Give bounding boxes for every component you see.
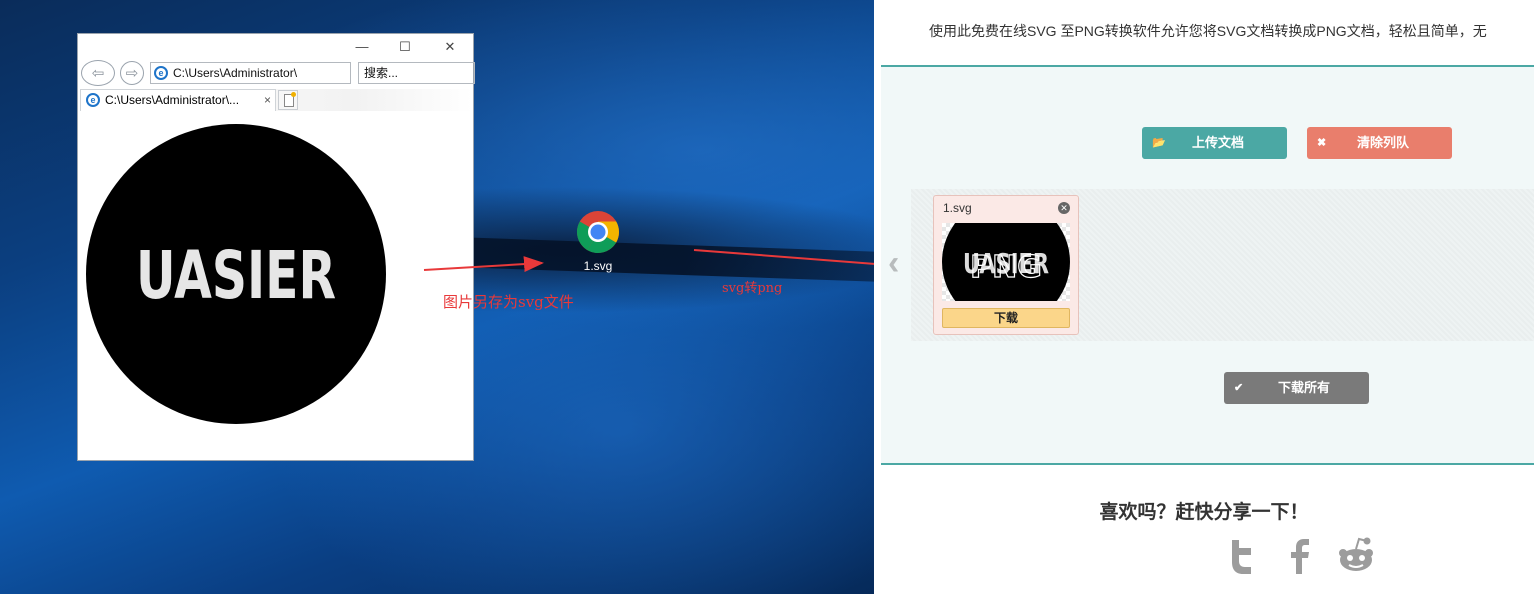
- facebook-icon[interactable]: [1279, 536, 1319, 576]
- file-download-button[interactable]: 下载: [942, 308, 1070, 328]
- folder-open-icon: 📂: [1152, 137, 1166, 149]
- file-card: 1.svg ✕ UASIER PNG 下载: [933, 195, 1079, 335]
- arrow-to-converter: [693, 249, 904, 273]
- reddit-icon[interactable]: [1336, 536, 1376, 576]
- download-all-label: 下载所有: [1278, 380, 1331, 395]
- twitter-icon[interactable]: [1222, 536, 1262, 576]
- upload-button[interactable]: 📂 上传文档: [1142, 127, 1287, 159]
- clear-label: 清除列队: [1357, 135, 1410, 150]
- card-file-name: 1.svg: [943, 201, 972, 215]
- intro-text: 使用此免费在线SVG 至PNG转换软件允许您将SVG文档转换成PNG文档，轻松且…: [929, 23, 1487, 39]
- file-queue-area: 1.svg ✕ UASIER PNG 下载: [911, 189, 1534, 341]
- converted-thumbnail[interactable]: UASIER PNG: [942, 223, 1070, 301]
- arrow-to-file: [423, 256, 544, 273]
- thumbnail-image: UASIER PNG: [942, 223, 1070, 301]
- remove-file-icon[interactable]: ✕: [1058, 202, 1070, 214]
- share-heading: 喜欢吗？赶快分享一下！: [1099, 502, 1309, 523]
- converter-panel: 📂 上传文档 ✖ 清除列队 1.svg ✕ UASIER PNG 下载 ✔ 下载…: [881, 65, 1534, 465]
- thumb-png-text: PNG: [970, 250, 1042, 285]
- download-all-button[interactable]: ✔ 下载所有: [1224, 372, 1369, 404]
- converter-webpage: 使用此免费在线SVG 至PNG转换软件允许您将SVG文档转换成PNG文档，轻松且…: [874, 0, 1534, 594]
- chevron-left-icon[interactable]: ‹: [888, 244, 899, 283]
- x-icon: ✖: [1317, 137, 1327, 149]
- check-icon: ✔: [1234, 382, 1244, 394]
- clear-queue-button[interactable]: ✖ 清除列队: [1307, 127, 1452, 159]
- upload-label: 上传文档: [1192, 135, 1245, 150]
